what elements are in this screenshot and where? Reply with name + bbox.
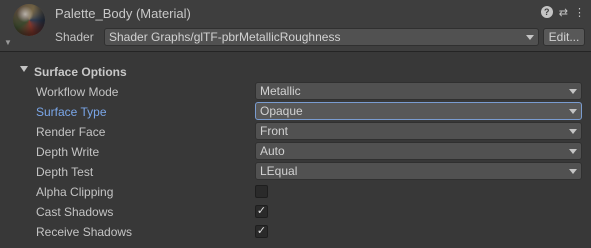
render-face-dropdown[interactable]: Front [255,122,582,140]
shader-label: Shader [55,30,94,44]
checkmark-icon: ✓ [256,225,267,237]
material-title: Palette_Body (Material) [55,6,191,21]
chevron-down-icon [569,149,577,154]
chevron-down-icon [569,109,577,114]
chevron-down-icon [569,129,577,134]
chevron-down-icon [569,169,577,174]
render-face-value: Front [260,124,289,138]
alpha-clipping-checkbox[interactable] [255,185,268,198]
cast-shadows-checkbox[interactable]: ✓ [255,205,268,218]
help-icon[interactable]: ? [540,6,553,18]
receive-shadows-label: Receive Shadows [36,225,133,239]
preset-icon[interactable]: ⇄ [559,6,568,20]
surface-type-dropdown[interactable]: Opaque [255,102,582,120]
checkmark-icon: ✓ [256,205,267,217]
chevron-down-icon [569,89,577,94]
depth-write-value: Auto [260,144,285,158]
material-preview-icon [13,4,45,36]
workflow-mode-value: Metallic [260,84,301,98]
chevron-down-icon [526,35,534,40]
cast-shadows-label: Cast Shadows [36,205,114,219]
surface-type-label: Surface Type [36,105,107,119]
depth-test-dropdown[interactable]: LEqual [255,162,582,180]
edit-shader-button[interactable]: Edit... [543,28,585,46]
header-toolbar: ? ⇄ ⋮ [540,6,585,20]
depth-write-dropdown[interactable]: Auto [255,142,582,160]
depth-test-label: Depth Test [36,165,94,179]
context-menu-icon[interactable]: ⋮ [574,6,585,20]
depth-test-value: LEqual [260,164,298,178]
depth-write-label: Depth Write [36,145,100,159]
workflow-mode-dropdown[interactable]: Metallic [255,82,582,100]
surface-options-foldout[interactable]: Surface Options [0,62,591,82]
inspector-header: ▼ Palette_Body (Material) ? ⇄ ⋮ Shader S… [0,0,591,52]
workflow-mode-label: Workflow Mode [36,85,119,99]
receive-shadows-checkbox[interactable]: ✓ [255,225,268,238]
foldout-arrow-icon[interactable] [20,66,28,72]
header-fold-icon[interactable]: ▼ [4,38,12,47]
shader-dropdown-value: Shader Graphs/glTF-pbrMetallicRoughness [109,30,341,44]
alpha-clipping-label: Alpha Clipping [36,185,114,199]
shader-dropdown[interactable]: Shader Graphs/glTF-pbrMetallicRoughness [104,28,539,46]
render-face-label: Render Face [36,125,106,139]
surface-type-value: Opaque [260,104,303,118]
section-title: Surface Options [34,65,127,79]
